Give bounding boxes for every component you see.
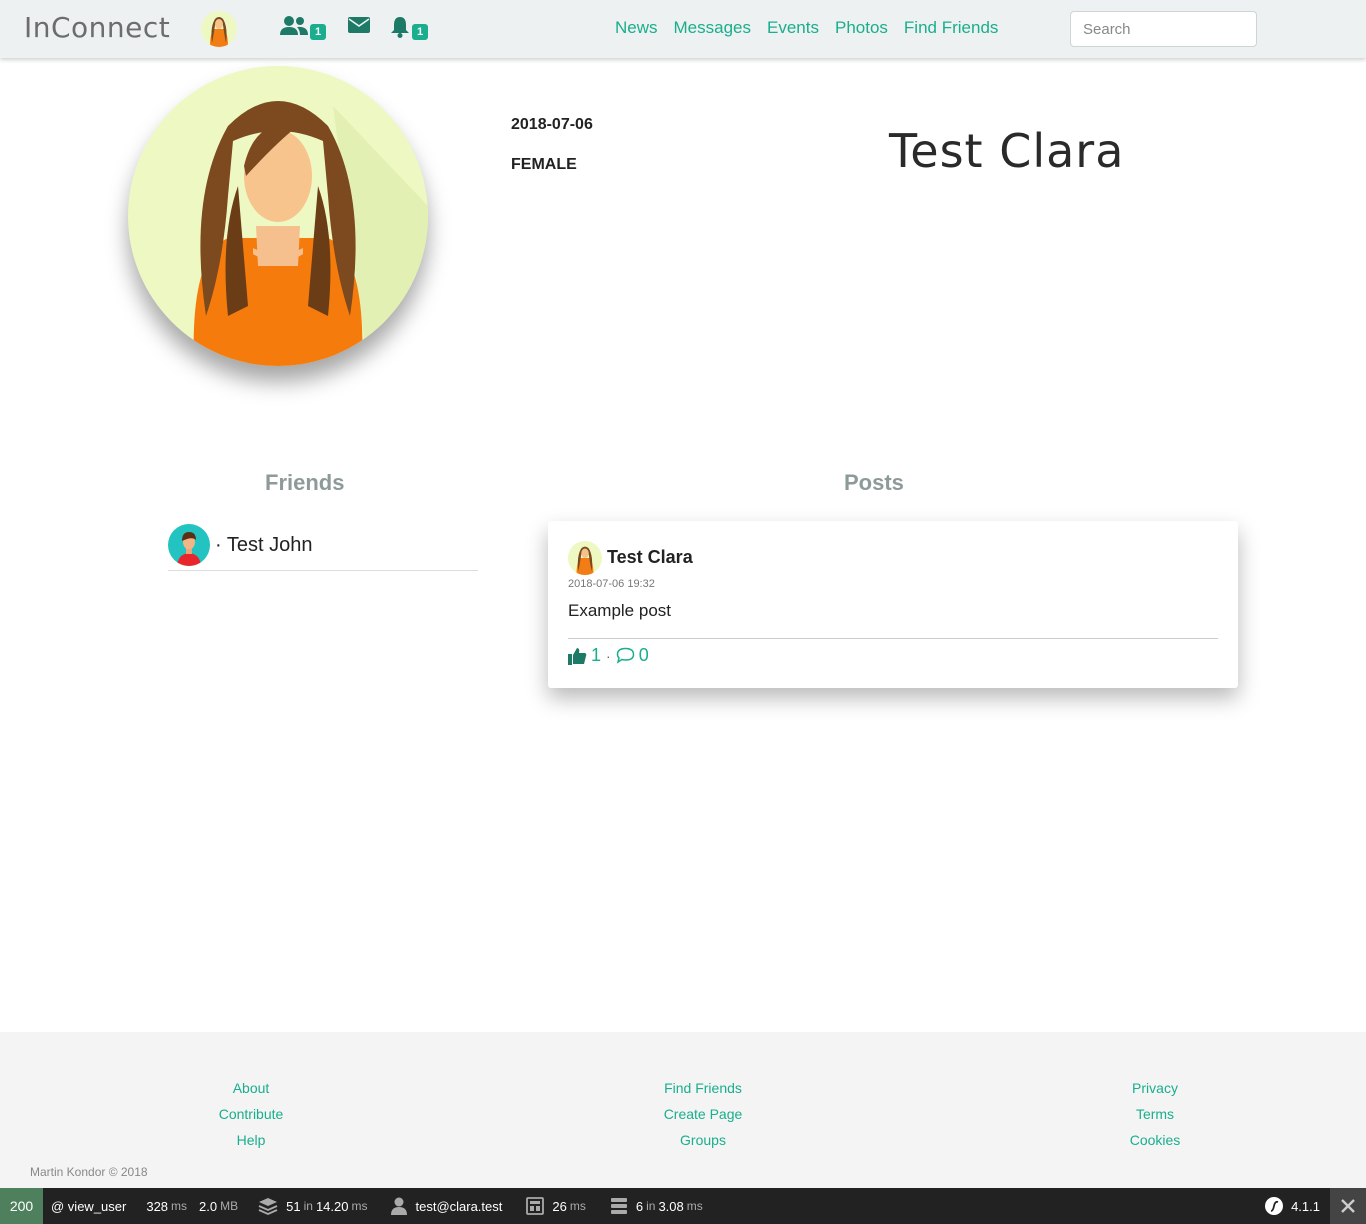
twig-unit: ms xyxy=(569,1199,586,1213)
nav-link-messages[interactable]: Messages xyxy=(674,18,751,38)
db-in: in xyxy=(646,1199,656,1213)
footer-link-terms[interactable]: Terms xyxy=(1055,1101,1255,1127)
footer-link-groups[interactable]: Groups xyxy=(603,1127,803,1153)
post-like-count: 1 xyxy=(591,645,602,665)
friend-list-item[interactable]: · Test John xyxy=(168,520,478,571)
memory-usage: 2.0 xyxy=(199,1198,218,1214)
footer-link-contribute[interactable]: Contribute xyxy=(151,1101,351,1127)
envelope-icon xyxy=(348,16,370,39)
thumbs-up-icon[interactable] xyxy=(568,647,587,665)
database-icon xyxy=(610,1197,628,1215)
posts-title: Posts xyxy=(844,470,904,495)
request-time: 328 xyxy=(146,1198,169,1214)
profile-birthdate: 2018-07-06 xyxy=(511,116,593,133)
logged-user: test@clara.test xyxy=(415,1198,503,1214)
nav-link-find-friends[interactable]: Find Friends xyxy=(904,18,998,38)
friend-name[interactable]: · Test John xyxy=(215,534,312,557)
search-input[interactable] xyxy=(1070,11,1257,47)
footer-link-about[interactable]: About xyxy=(151,1075,351,1101)
post-divider xyxy=(568,638,1218,639)
db-query-count: 6 xyxy=(635,1198,644,1214)
comment-icon[interactable] xyxy=(616,647,635,664)
person-icon xyxy=(391,1197,408,1215)
main-nav: News Messages Events Photos Find Friends xyxy=(615,18,998,38)
status-code[interactable]: 200 xyxy=(0,1188,43,1224)
toolbar-db[interactable]: 6 in 3.08 ms xyxy=(610,1197,703,1215)
toolbar-right: 4.1.1 xyxy=(1265,1188,1366,1224)
post-body: Example post xyxy=(568,601,671,620)
friend-requests-button[interactable]: 1 xyxy=(280,16,327,41)
nav-link-events[interactable]: Events xyxy=(767,18,819,38)
user-avatar[interactable] xyxy=(201,11,237,47)
footer-link-create-page[interactable]: Create Page xyxy=(603,1101,803,1127)
profile-name: Test Clara xyxy=(889,124,1125,178)
toolbar-user[interactable]: test@clara.test xyxy=(391,1197,502,1215)
forms-time: 14.20 xyxy=(315,1198,349,1214)
nav-link-news[interactable]: News xyxy=(615,18,658,38)
friend-avatar[interactable] xyxy=(168,524,210,566)
post-card: Test Clara 2018-07-06 19:32 Example post… xyxy=(548,521,1238,688)
profile-gender: FEMALE xyxy=(511,156,577,173)
footer-link-privacy[interactable]: Privacy xyxy=(1055,1075,1255,1101)
footer-column-2: Find Friends Create Page Groups xyxy=(603,1075,803,1153)
template-icon xyxy=(526,1197,545,1215)
request-time-unit: ms xyxy=(171,1199,188,1213)
symfony-version[interactable]: 4.1.1 xyxy=(1291,1199,1320,1214)
layers-icon xyxy=(258,1197,278,1215)
friends-title: Friends xyxy=(265,470,345,495)
toolbar-route[interactable]: @ view_user xyxy=(51,1199,126,1214)
copyright: Martin Kondor © 2018 xyxy=(30,1165,148,1179)
symfony-icon[interactable] xyxy=(1265,1197,1284,1215)
brand-logo[interactable]: InConnect xyxy=(24,11,170,44)
twig-time: 26 xyxy=(552,1198,567,1214)
toolbar-time[interactable]: 328 ms xyxy=(146,1199,187,1214)
forms-count: 51 xyxy=(286,1198,301,1214)
route-name: @ view_user xyxy=(51,1198,127,1214)
notifications-badge: 1 xyxy=(412,24,429,40)
friend-requests-badge: 1 xyxy=(310,24,327,40)
memory-unit: MB xyxy=(220,1199,239,1213)
footer-link-help[interactable]: Help xyxy=(151,1127,351,1153)
post-author-avatar[interactable] xyxy=(568,541,602,575)
db-unit: ms xyxy=(686,1199,703,1213)
nav-link-photos[interactable]: Photos xyxy=(835,18,888,38)
post-actions: 1 · 0 xyxy=(568,645,649,666)
post-author-name[interactable]: Test Clara xyxy=(607,547,693,568)
toolbar-close-button[interactable] xyxy=(1330,1188,1366,1224)
toolbar-twig[interactable]: 26 ms xyxy=(526,1197,586,1215)
bell-icon xyxy=(390,16,410,43)
footer-link-cookies[interactable]: Cookies xyxy=(1055,1127,1255,1153)
footer-column-3: Privacy Terms Cookies xyxy=(1055,1075,1255,1153)
footer-column-1: About Contribute Help xyxy=(151,1075,351,1153)
post-timestamp: 2018-07-06 19:32 xyxy=(568,578,655,590)
post-action-separator: · xyxy=(606,647,611,664)
notifications-button[interactable]: 1 xyxy=(390,16,429,43)
forms-in: in xyxy=(303,1199,313,1213)
debug-toolbar: 200 @ view_user 328 ms 2.0 MB 51 in 14.2… xyxy=(0,1188,1366,1224)
post-comment-count: 0 xyxy=(638,645,649,665)
footer: About Contribute Help Find Friends Creat… xyxy=(0,1032,1366,1188)
navbar: InConnect 1 1 News Messages Events Photo… xyxy=(0,0,1366,58)
toolbar-forms[interactable]: 51 in 14.20 ms xyxy=(258,1197,367,1215)
db-time: 3.08 xyxy=(658,1198,684,1214)
profile-picture[interactable] xyxy=(128,66,428,366)
footer-link-find-friends[interactable]: Find Friends xyxy=(603,1075,803,1101)
users-icon xyxy=(280,16,308,41)
close-icon xyxy=(1340,1198,1356,1214)
messages-button[interactable] xyxy=(348,16,370,40)
forms-unit: ms xyxy=(351,1199,368,1213)
toolbar-memory[interactable]: 2.0 MB xyxy=(199,1199,238,1214)
